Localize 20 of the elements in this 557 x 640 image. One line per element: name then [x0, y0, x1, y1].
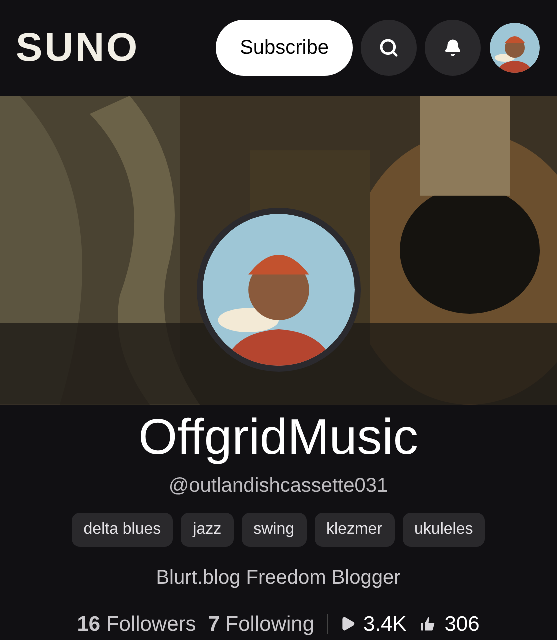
search-icon	[379, 38, 399, 58]
genre-tag[interactable]: swing	[242, 512, 307, 546]
subscribe-button[interactable]: Subscribe	[216, 20, 353, 76]
genre-tag[interactable]: ukuleles	[402, 512, 486, 546]
logo[interactable]: SUNO	[16, 18, 140, 78]
account-button[interactable]	[489, 22, 541, 74]
profile-bio: Blurt.blog Freedom Blogger	[156, 566, 401, 590]
play-icon	[340, 616, 356, 632]
play-count: 3.4K	[364, 612, 407, 638]
genre-tag[interactable]: delta blues	[72, 512, 174, 546]
genre-tag[interactable]: jazz	[181, 512, 234, 546]
profile-name: OffgridMusic	[138, 408, 418, 466]
like-count: 306	[444, 612, 480, 638]
profile-handle: @outlandishcassette031	[168, 474, 388, 498]
genre-tag[interactable]: klezmer	[314, 512, 395, 546]
avatar-icon	[490, 22, 540, 73]
follow-count[interactable]: 7 Following	[208, 608, 315, 640]
follow-count[interactable]: 16 Followers	[77, 608, 196, 640]
thumbs-up-icon	[418, 615, 437, 634]
bell-icon	[444, 38, 462, 57]
